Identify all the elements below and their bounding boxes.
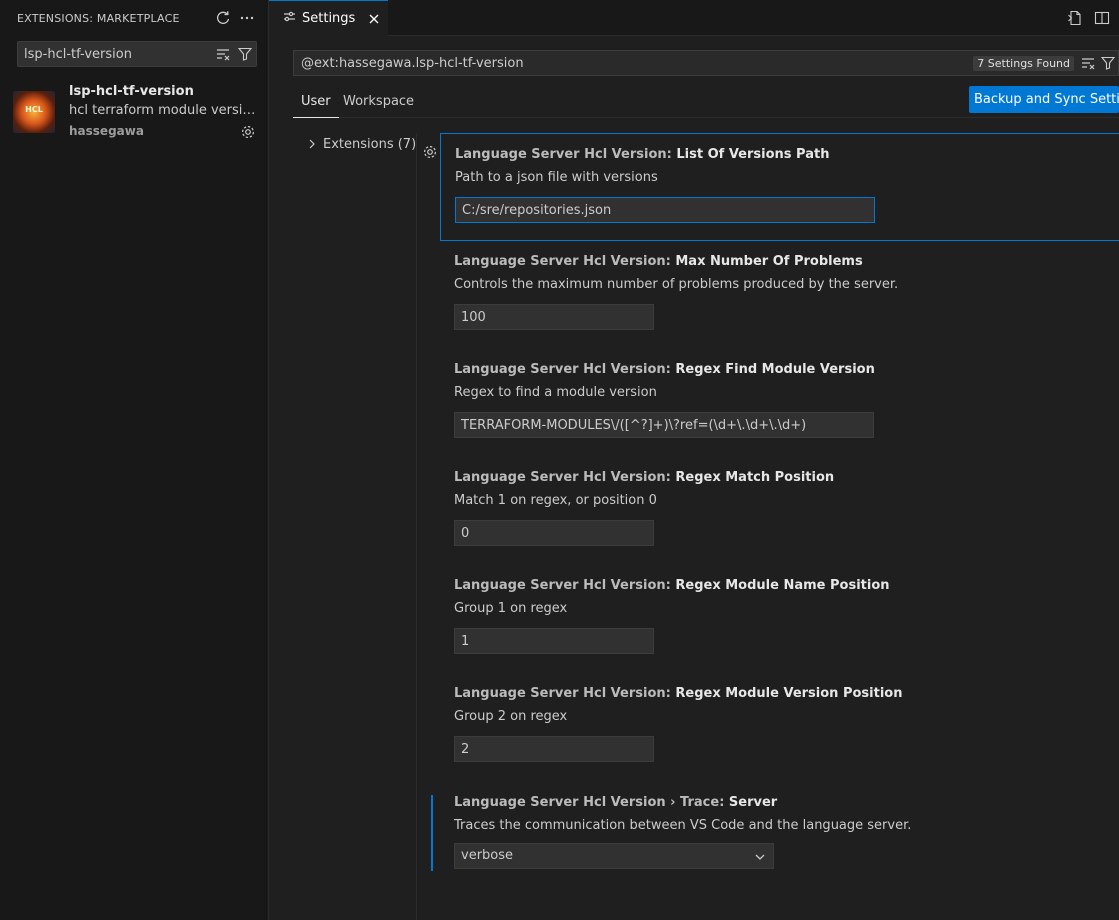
- clear-filter-icon[interactable]: [212, 43, 234, 65]
- setting-category: Language Server Hcl Version:: [454, 470, 676, 485]
- setting-description: Traces the communication between VS Code…: [454, 818, 912, 833]
- setting-title: Language Server Hcl Version: Max Number …: [454, 254, 863, 269]
- filter-icon[interactable]: [234, 43, 256, 65]
- setting-description: Path to a json file with versions: [455, 170, 658, 185]
- setting-regex-module-version-position: Language Server Hcl Version: Regex Modul…: [440, 673, 1119, 781]
- tab-settings[interactable]: Settings: [269, 0, 388, 36]
- open-settings-json-icon[interactable]: [1064, 7, 1086, 29]
- extension-publisher: hassegawa: [69, 124, 144, 138]
- setting-category: Language Server Hcl Version:: [455, 147, 677, 162]
- setting-category: Language Server Hcl Version:: [454, 362, 676, 377]
- backup-sync-button[interactable]: Backup and Sync Settings: [969, 86, 1119, 113]
- refresh-icon[interactable]: [212, 7, 234, 29]
- setting-regex-module-name-position: Language Server Hcl Version: Regex Modul…: [440, 565, 1119, 673]
- setting-regex-match-position: Language Server Hcl Version: Regex Match…: [440, 457, 1119, 565]
- setting-description: Match 1 on regex, or position 0: [454, 493, 657, 508]
- setting-regex-find-module-version: Language Server Hcl Version: Regex Find …: [440, 349, 1119, 457]
- split-editor-icon[interactable]: [1091, 7, 1113, 29]
- setting-category: Language Server Hcl Version › Trace:: [454, 795, 729, 810]
- setting-description: Controls the maximum number of problems …: [454, 277, 899, 292]
- extension-name: lsp-hcl-tf-version: [69, 84, 194, 99]
- setting-name: Server: [728, 795, 778, 810]
- regex-match-position-input[interactable]: [454, 520, 654, 546]
- extension-logo-text: HCL: [25, 105, 43, 114]
- setting-category: Language Server Hcl Version:: [454, 254, 676, 269]
- setting-max-number-of-problems: Language Server Hcl Version: Max Number …: [440, 241, 1119, 349]
- toc-divider: [416, 133, 417, 920]
- tab-user[interactable]: User: [293, 88, 339, 118]
- setting-title: Language Server Hcl Version: Regex Modul…: [454, 578, 890, 593]
- list-of-versions-path-input[interactable]: [455, 197, 875, 223]
- settings-editor: Settings @ext:hassegawa.lsp-hcl-tf-versi…: [269, 0, 1119, 920]
- tab-label: Settings: [302, 11, 356, 26]
- setting-name: Regex Module Version Position: [675, 686, 903, 701]
- setting-category: Language Server Hcl Version:: [454, 578, 676, 593]
- regex-find-module-version-input[interactable]: [454, 412, 874, 438]
- setting-name: Max Number Of Problems: [675, 254, 863, 269]
- trace-server-select[interactable]: verbose: [454, 843, 774, 869]
- extension-logo: HCL: [13, 91, 55, 133]
- settings-found-badge: 7 Settings Found: [973, 55, 1074, 71]
- extension-description: hcl terraform module version v...: [69, 103, 259, 118]
- extension-search-input[interactable]: [24, 46, 212, 62]
- setting-title: Language Server Hcl Version: Regex Find …: [454, 362, 875, 377]
- setting-title: Language Server Hcl Version: List Of Ver…: [455, 147, 829, 162]
- settings-tab-icon: [283, 10, 296, 27]
- setting-gear-icon[interactable]: [421, 143, 439, 161]
- setting-name: List Of Versions Path: [676, 147, 830, 162]
- extension-list-item[interactable]: HCL lsp-hcl-tf-version hcl terraform mod…: [0, 84, 268, 144]
- regex-module-name-position-input[interactable]: [454, 628, 654, 654]
- tab-workspace[interactable]: Workspace: [335, 88, 422, 118]
- setting-name: Regex Match Position: [675, 470, 835, 485]
- editor-actions: [1059, 7, 1113, 29]
- toc-label: Extensions (7): [323, 136, 417, 152]
- regex-module-version-position-input[interactable]: [454, 736, 654, 762]
- sidebar-title: EXTENSIONS: MARKETPLACE: [17, 11, 180, 25]
- settings-search-query[interactable]: @ext:hassegawa.lsp-hcl-tf-version: [301, 56, 973, 71]
- setting-title: Language Server Hcl Version › Trace: Ser…: [454, 795, 777, 810]
- max-number-of-problems-input[interactable]: [454, 304, 654, 330]
- chevron-down-icon: [753, 849, 767, 863]
- setting-list-of-versions-path: Language Server Hcl Version: List Of Ver…: [440, 133, 1119, 241]
- manage-gear-icon[interactable]: [239, 123, 257, 141]
- setting-description: Regex to find a module version: [454, 385, 657, 400]
- close-icon[interactable]: [365, 10, 383, 28]
- more-actions-icon[interactable]: [236, 7, 258, 29]
- setting-description: Group 2 on regex: [454, 709, 568, 724]
- clear-search-icon[interactable]: [1078, 53, 1098, 73]
- toc-extensions[interactable]: Extensions (7): [305, 134, 417, 154]
- extension-search-box: [17, 41, 257, 67]
- chevron-right-icon: [305, 137, 319, 151]
- sidebar-header: EXTENSIONS: MARKETPLACE: [0, 0, 268, 36]
- setting-title: Language Server Hcl Version: Regex Modul…: [454, 686, 902, 701]
- extensions-sidebar: EXTENSIONS: MARKETPLACE HCL lsp-hcl-tf-v…: [0, 0, 269, 920]
- setting-description: Group 1 on regex: [454, 601, 568, 616]
- setting-category: Language Server Hcl Version:: [454, 686, 676, 701]
- trace-server-value: verbose: [461, 848, 514, 863]
- setting-title: Language Server Hcl Version: Regex Match…: [454, 470, 834, 485]
- editor-tab-bar: Settings: [269, 0, 1119, 36]
- filter-settings-icon[interactable]: [1098, 53, 1118, 73]
- setting-trace-server: Language Server Hcl Version › Trace: Ser…: [431, 795, 1119, 875]
- setting-name: Regex Find Module Version: [675, 362, 875, 377]
- setting-name: Regex Module Name Position: [675, 578, 890, 593]
- settings-search-box[interactable]: @ext:hassegawa.lsp-hcl-tf-version 7 Sett…: [293, 50, 1119, 76]
